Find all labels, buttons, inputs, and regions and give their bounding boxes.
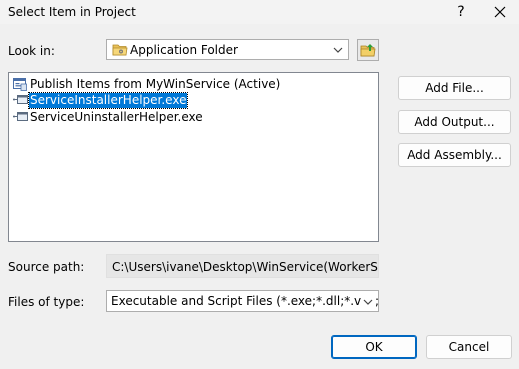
source-path-label: Source path: bbox=[8, 260, 85, 274]
files-of-type-dropdown[interactable]: Executable and Script Files (*.exe;*.dll… bbox=[106, 290, 379, 312]
exe-file-icon bbox=[13, 95, 28, 104]
up-one-level-button[interactable] bbox=[357, 39, 379, 61]
files-of-type-label: Files of type: bbox=[8, 295, 85, 309]
chevron-down-icon bbox=[333, 47, 343, 53]
add-assembly-button[interactable]: Add Assembly... bbox=[398, 143, 511, 167]
cancel-button[interactable]: Cancel bbox=[426, 335, 512, 359]
up-folder-icon bbox=[360, 44, 376, 57]
exe-file-icon bbox=[13, 112, 28, 121]
list-item-label: ServiceInstallerHelper.exe bbox=[27, 92, 189, 109]
look-in-dropdown[interactable]: Application Folder bbox=[106, 39, 349, 60]
close-button[interactable] bbox=[485, 0, 515, 24]
window-title: Select Item in Project bbox=[8, 5, 136, 19]
files-of-type-value: Executable and Script Files (*.exe;*.dll… bbox=[111, 294, 379, 308]
list-item-label: Publish Items from MyWinService (Active) bbox=[30, 77, 281, 91]
look-in-value: Application Folder bbox=[130, 43, 238, 57]
chevron-down-icon bbox=[361, 294, 375, 310]
look-in-label: Look in: bbox=[8, 44, 55, 58]
list-item-label: ServiceUninstallerHelper.exe bbox=[30, 110, 203, 124]
folder-icon bbox=[112, 44, 128, 56]
source-path-field[interactable]: C:\Users\ivane\Desktop\WinService(Worker… bbox=[106, 254, 379, 278]
file-list[interactable]: Publish Items from MyWinService (Active)… bbox=[8, 72, 379, 242]
close-icon bbox=[494, 6, 506, 18]
ok-button[interactable]: OK bbox=[331, 335, 417, 359]
help-button[interactable]: ? bbox=[446, 0, 476, 24]
publish-items-icon bbox=[13, 78, 27, 91]
add-output-button[interactable]: Add Output... bbox=[398, 110, 511, 134]
add-file-button[interactable]: Add File... bbox=[398, 76, 511, 100]
source-path-value: C:\Users\ivane\Desktop\WinService(Worker… bbox=[112, 260, 378, 274]
title-bar: Select Item in Project ? bbox=[0, 0, 519, 24]
